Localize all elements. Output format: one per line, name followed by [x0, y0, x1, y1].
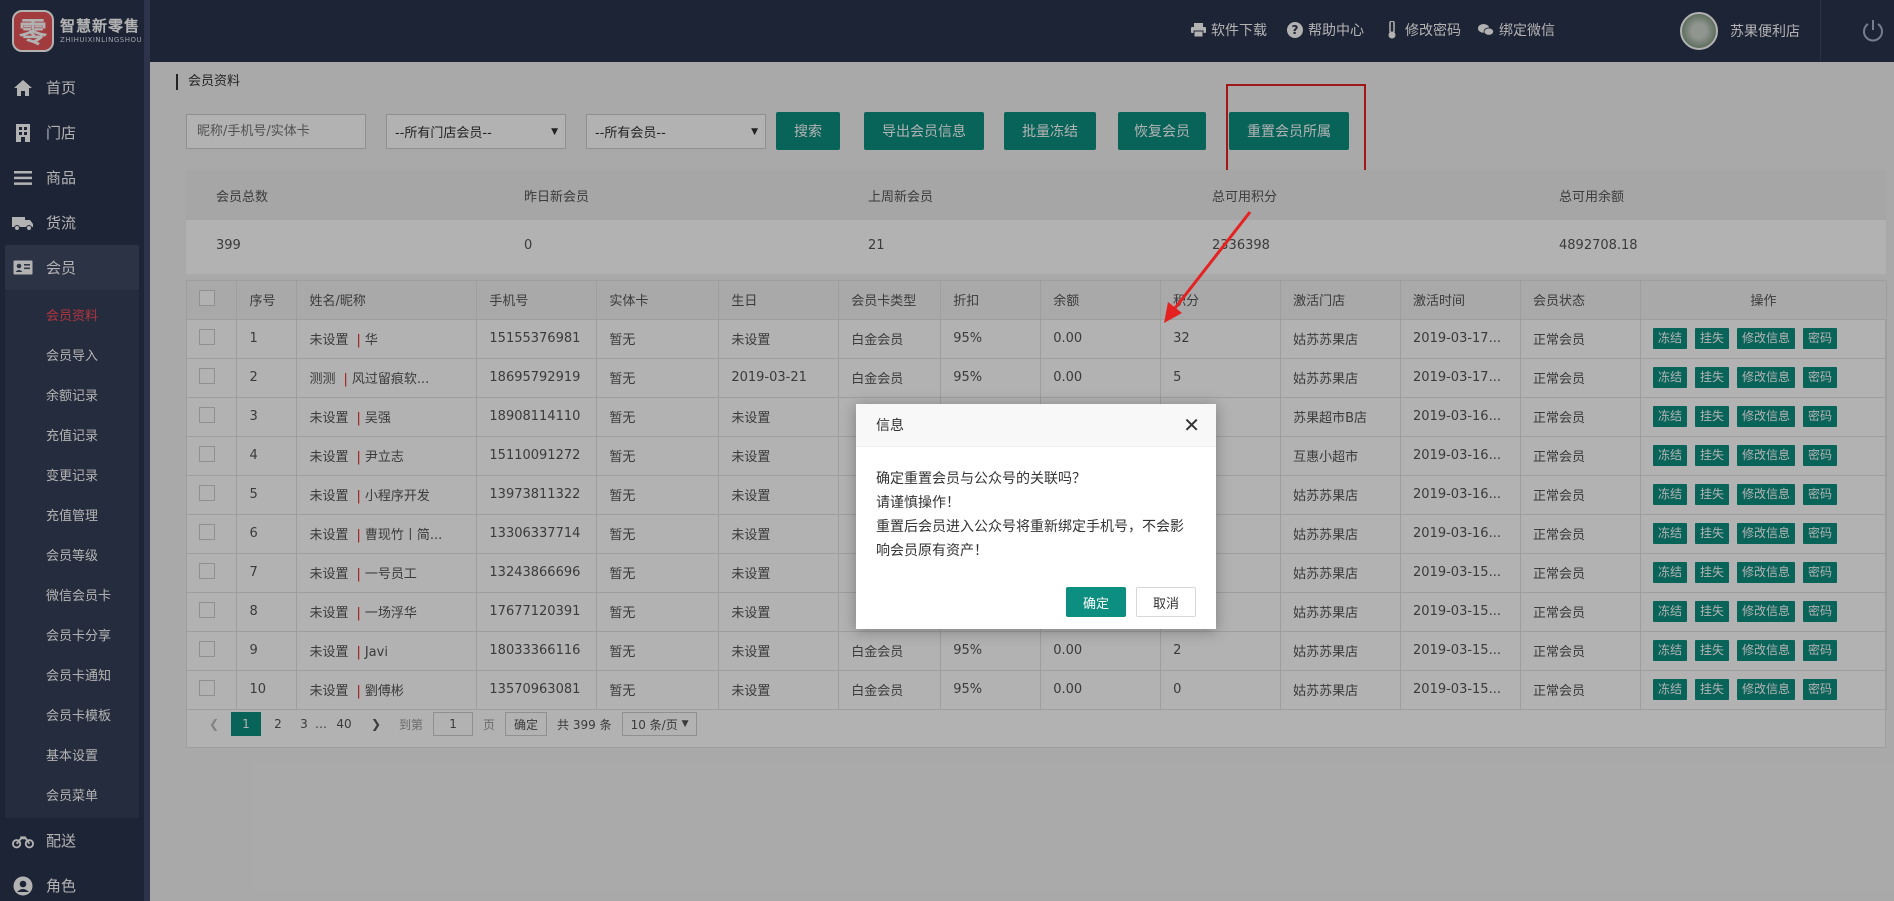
dialog-line: 响会员原有资产！: [876, 543, 988, 559]
dialog-cancel-button[interactable]: 取消: [1136, 587, 1196, 617]
dialog-line: 请谨慎操作！: [876, 495, 960, 511]
dialog-line: 确定重置会员与公众号的关联吗？: [876, 471, 1086, 487]
dialog-ok-button[interactable]: 确定: [1066, 587, 1126, 617]
confirm-dialog: 信息 ✕ 确定重置会员与公众号的关联吗？ 请谨慎操作！ 重置后会员进入公众号将重…: [856, 404, 1216, 629]
close-icon[interactable]: ✕: [1183, 415, 1200, 435]
dialog-body: 确定重置会员与公众号的关联吗？ 请谨慎操作！ 重置后会员进入公众号将重新绑定手机…: [856, 447, 1216, 563]
dialog-line: 重置后会员进入公众号将重新绑定手机号，不会影: [876, 519, 1184, 535]
dialog-title: 信息: [856, 404, 1216, 447]
